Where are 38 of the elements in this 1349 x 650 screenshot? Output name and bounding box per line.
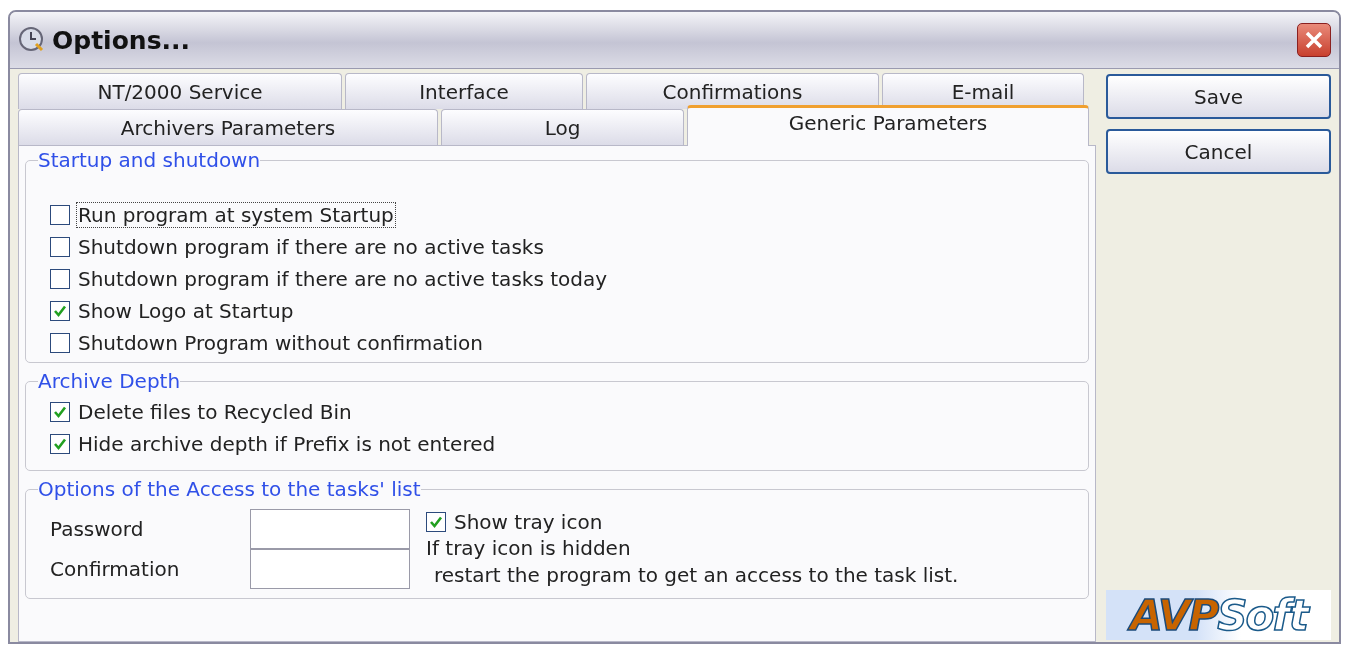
tab[interactable]: Log xyxy=(441,109,684,145)
checkbox[interactable] xyxy=(50,269,70,289)
checkbox[interactable] xyxy=(50,301,70,321)
checkbox[interactable] xyxy=(50,237,70,257)
checkbox[interactable] xyxy=(50,402,70,422)
checkbox[interactable] xyxy=(50,434,70,454)
checkbox-label[interactable]: Shutdown program if there are no active tasks today xyxy=(76,266,610,292)
checkbox[interactable] xyxy=(426,512,446,532)
window-title: Options... xyxy=(52,25,191,55)
password-field[interactable] xyxy=(250,509,410,549)
clock-icon xyxy=(18,26,46,54)
group-title: Startup and shutdown xyxy=(38,148,261,172)
checkbox[interactable] xyxy=(50,205,70,225)
group-title: Options of the Access to the tasks' list xyxy=(38,477,421,501)
tab[interactable]: Generic Parameters xyxy=(687,105,1089,146)
close-button[interactable] xyxy=(1297,23,1331,57)
field-label: Confirmation xyxy=(50,557,181,581)
checkbox[interactable] xyxy=(50,333,70,353)
logo: AVPSoft xyxy=(1106,590,1331,640)
checkbox-label[interactable]: Run program at system Startup xyxy=(76,202,396,228)
checkbox-label[interactable]: Hide archive depth if Prefix is not entered xyxy=(76,431,498,457)
hint-text: restart the program to get an access to the task list. xyxy=(433,562,959,589)
checkbox-label[interactable]: Shutdown program if there are no active tasks xyxy=(76,234,546,260)
hint-text: If tray icon is hidden xyxy=(426,535,632,562)
checkbox-label[interactable]: Show Logo at Startup xyxy=(76,298,296,324)
tab[interactable]: Interface xyxy=(345,73,583,109)
tab[interactable]: Archivers Parameters xyxy=(18,109,438,145)
close-icon xyxy=(1304,30,1324,50)
tab[interactable]: NT/2000 Service xyxy=(18,73,342,109)
group-title: Archive Depth xyxy=(38,369,181,393)
field-label: Password xyxy=(50,517,145,541)
password-field[interactable] xyxy=(250,548,410,589)
tab[interactable]: Confirmations xyxy=(586,73,879,109)
checkbox-label[interactable]: Show tray icon xyxy=(452,509,605,535)
checkbox-label[interactable]: Delete files to Recycled Bin xyxy=(76,399,354,425)
checkbox-label[interactable]: Shutdown Program without confirmation xyxy=(76,330,485,356)
dialog-button[interactable]: Save xyxy=(1106,74,1331,119)
dialog-button[interactable]: Cancel xyxy=(1106,129,1331,174)
